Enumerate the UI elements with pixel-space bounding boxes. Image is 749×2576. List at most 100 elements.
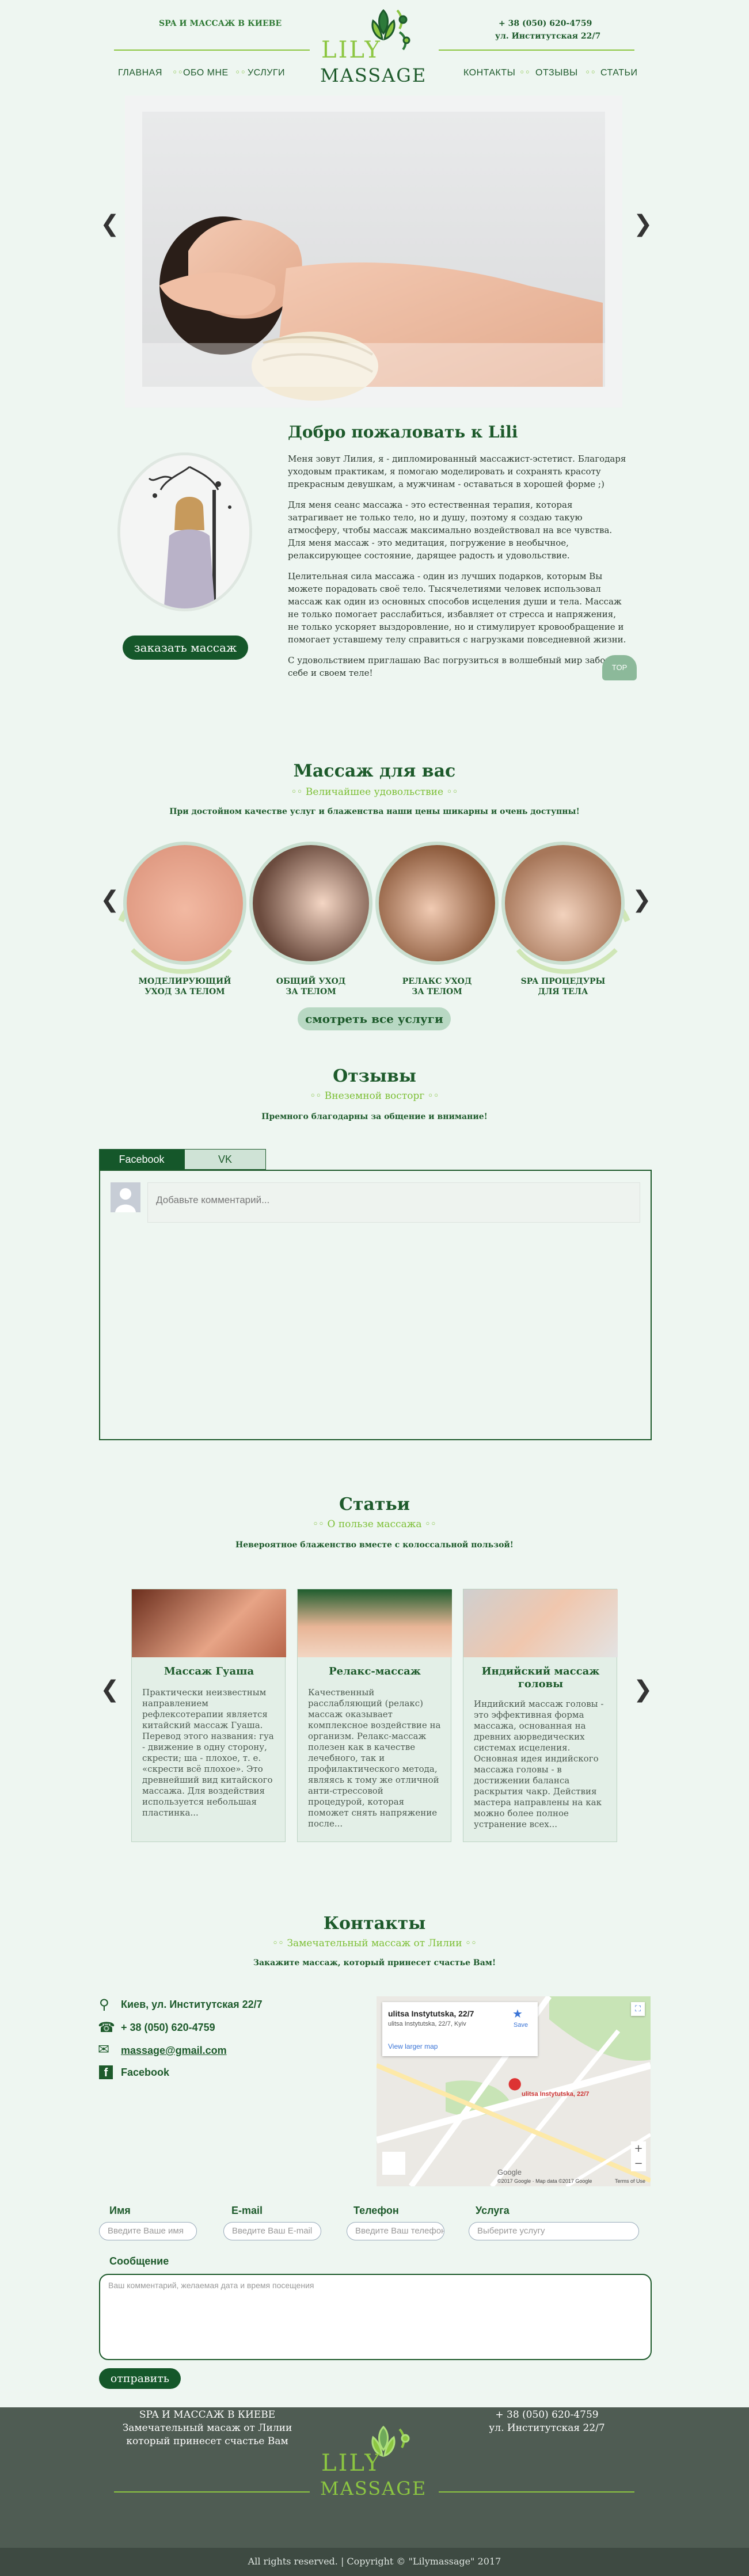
map-larger-link[interactable]: View larger map [388,2042,438,2050]
article-card[interactable]: Массаж Гуаша Практически неизвестным нап… [131,1589,286,1842]
footer-right-text: + 38 (050) 620-4759 ул. Институтская 22/… [466,2408,628,2435]
article-text: Индийский массаж головы - это эффективна… [474,1699,604,1829]
nav-contacts[interactable]: КОНТАКТЫ [463,68,515,78]
map-copyright: ©2017 Google · Map data ©2017 Google [497,2178,592,2184]
location-pin-icon: ⚲ [99,1996,109,2012]
article-image [463,1589,618,1657]
footer-phone[interactable]: + 38 (050) 620-4759 [466,2408,628,2422]
contact-facebook[interactable]: Facebook [121,2067,169,2079]
nav-articles[interactable]: СТАТЬИ [600,68,637,78]
map-info-card: ulitsa Instytutska, 22/7 ulitsa Instytut… [382,2002,538,2056]
welcome-paragraph: Целительная сила массажа - один из лучши… [288,571,626,645]
ornament-left-icon: ◦◦ [310,1090,325,1102]
tab-vk[interactable]: VK [184,1149,266,1170]
phone-field[interactable]: Введите Ваш телефон [347,2222,444,2240]
header-line-right [439,50,634,51]
portrait-photo [117,452,252,611]
map-zoom-in-button[interactable]: + [631,2141,646,2156]
facebook-icon[interactable]: f [99,2065,113,2079]
footer-left-text: SPA И МАССАЖ В КИЕВЕ Замечательный масаж… [121,2408,294,2448]
service-general-image[interactable] [249,842,372,965]
welcome-paragraph: Для меня сеанс массажа - это естественна… [288,500,613,561]
article-text: Практически неизвестным направлением реф… [142,1687,274,1818]
ornament-right-icon: ◦◦ [421,1519,436,1530]
submit-button[interactable]: отправить [99,2368,181,2389]
footer-logo[interactable]: LILY MASSAGE [315,2415,434,2507]
service-relax-image[interactable] [375,842,499,965]
services-desc: При достойном качестве услуг и блаженств… [169,807,580,816]
map-zoom-out-button[interactable]: − [631,2156,646,2171]
email-field[interactable]: Введите Ваш E-mail [223,2222,321,2240]
welcome-title: Добро пожаловать к Lili [288,423,518,442]
service-modeling-image[interactable] [123,842,246,965]
article-title[interactable]: Массаж Гуаша [138,1665,280,1678]
message-field[interactable]: Ваш комментарий, желаемая дата и время п… [99,2274,652,2360]
footer-line-right [439,2491,634,2493]
footer-line2: Замечательный масаж от Лилии [122,2422,292,2434]
name-label: Имя [109,2205,131,2216]
map-save-label[interactable]: Save [514,2022,528,2029]
reviews-subtitle: ◦◦ Внеземной восторг ◦◦ [0,1090,749,1102]
article-card[interactable]: Индийский массаж головы Индийский массаж… [463,1589,618,1842]
all-services-button[interactable]: смотреть все услуги [298,1007,451,1030]
map-pegman-icon[interactable] [382,2152,405,2175]
article-title[interactable]: Релакс-массаж [303,1665,446,1678]
scroll-top-button[interactable]: TOP [602,655,637,680]
footer-copyright: All rights reserved. | Copyright © "Lily… [248,2556,501,2567]
service-spa-label[interactable]: SPA ПРОЦЕДУРЫ ДЛЯ ТЕЛА [501,976,625,997]
logo[interactable]: LILY MASSAGE [315,3,434,90]
nav-reviews[interactable]: ОТЗЫВЫ [535,68,578,78]
article-text: Качественный расслабляющий (релакс) масс… [308,1687,441,1829]
service-modeling-label[interactable]: МОДЕЛИРУЮЩИЙ УХОД ЗА ТЕЛОМ [123,976,246,997]
articles-subtitle-text: О пользе массажа [327,1519,422,1530]
articles-next-arrow-icon[interactable]: ❯ [633,1676,653,1703]
header-line-left [114,50,310,51]
nav-about[interactable]: ОБО МНЕ [183,68,229,78]
map-fullscreen-icon[interactable]: ⛶ [631,2002,645,2016]
nav-services[interactable]: УСЛУГИ [248,68,285,78]
top-label: TOP [611,663,628,672]
articles-prev-arrow-icon[interactable]: ❮ [100,1676,120,1703]
logo-text-top: LILY [321,37,382,63]
order-massage-button[interactable]: заказать массаж [123,636,248,660]
phone-icon: ☎ [98,2019,115,2035]
slider-next-arrow-icon[interactable]: ❯ [633,211,653,237]
service-general-label[interactable]: ОБЩИЙ УХОД ЗА ТЕЛОМ [249,976,372,997]
articles-subtitle: ◦◦ О пользе массажа ◦◦ [0,1519,749,1530]
nav-separator-icon: ◦◦ [235,67,246,78]
footer-logo-bottom: MASSAGE [320,2478,427,2499]
nav-home[interactable]: ГЛАВНАЯ [118,68,162,78]
service-select[interactable]: Выберите услугу [469,2222,639,2240]
map-save-star-icon[interactable]: ★ [512,2007,523,2021]
contact-phone[interactable]: + 38 (050) 620-4759 [121,2022,215,2034]
ornament-left-icon: ◦◦ [272,1938,287,1949]
service-spa-image[interactable] [501,842,625,965]
contact-email[interactable]: massage@gmail.com [121,2045,227,2057]
contacts-subtitle: ◦◦ Замечательный массаж от Лилии ◦◦ [0,1938,749,1949]
service-relax-label[interactable]: РЕЛАКС УХОД ЗА ТЕЛОМ [375,976,499,997]
map-place-sub: ulitsa Instytutska, 22/7, Kyiv [388,2021,466,2027]
logo-text-bottom: MASSAGE [320,64,427,86]
hero-image [125,96,622,408]
google-map[interactable]: ulitsa Instytutska, 22/7 ulitsa Instytut… [377,1996,651,2186]
ornament-left-icon: ◦◦ [313,1519,328,1530]
map-terms-link[interactable]: Terms of Use [615,2178,645,2184]
footer-logo-top: LILY [321,2450,382,2476]
article-title[interactable]: Индийский массаж головы [469,1665,612,1691]
reviews-subtitle-text: Внеземной восторг [324,1090,425,1102]
tab-facebook[interactable]: Facebook [99,1149,184,1170]
articles-title: Статьи [339,1494,410,1515]
contacts-subtitle-text: Замечательный массаж от Лилии [287,1938,462,1949]
map-pin-label: ulitsa Instytutska, 22/7 [522,2091,590,2098]
name-field[interactable]: Введите Ваше имя [99,2222,197,2240]
nav-separator-icon: ◦◦ [519,67,530,78]
avatar [111,1182,140,1212]
comment-input[interactable]: Добавьте комментарий... [147,1182,640,1223]
slider-prev-arrow-icon[interactable]: ❮ [100,211,120,237]
article-card[interactable]: Релакс-массаж Качественный расслабляющий… [297,1589,452,1842]
ornament-right-icon: ◦◦ [424,1090,439,1102]
welcome-text: Меня зовут Лилия, я - дипломированный ма… [288,452,629,679]
header-phone[interactable]: + 38 (050) 620-4759 [499,19,592,28]
services-subtitle-text: Величайшее удовольствие [305,786,444,798]
welcome-paragraph: Меня зовут Лилия, я - дипломированный ма… [288,454,626,489]
